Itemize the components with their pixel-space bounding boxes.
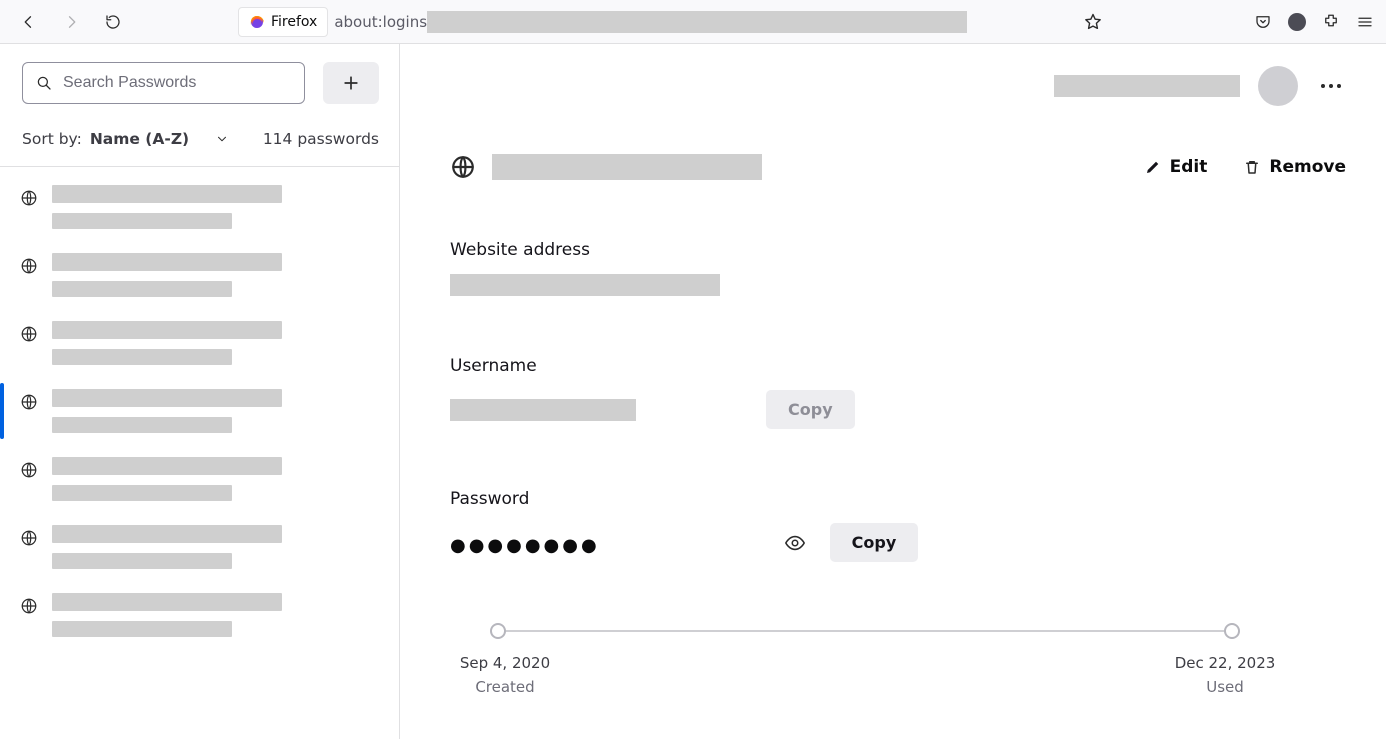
password-count: 114 passwords (263, 130, 379, 148)
identity-chip[interactable]: Firefox (238, 7, 328, 37)
login-item-title-redacted (52, 253, 282, 271)
back-button[interactable] (12, 5, 46, 39)
reload-icon (104, 13, 122, 31)
timeline-created-dot (490, 623, 506, 639)
globe-icon (20, 597, 38, 615)
timeline-used-dot (1224, 623, 1240, 639)
login-list-item[interactable] (0, 173, 399, 241)
login-item-subtitle-redacted (52, 349, 232, 365)
pencil-icon (1144, 158, 1162, 176)
globe-icon (20, 325, 38, 343)
firefox-logo-icon (249, 14, 265, 30)
login-timeline: Sep 4, 2020 Created Dec 22, 2023 Used (450, 622, 1280, 696)
bookmark-star-icon[interactable] (1083, 12, 1103, 32)
timeline-created-label: Created (475, 678, 534, 696)
login-title-redacted (492, 154, 762, 180)
login-item-title-redacted (52, 389, 282, 407)
login-item-subtitle-redacted (52, 553, 232, 569)
password-label: Password (450, 489, 1346, 509)
sort-dropdown[interactable]: Sort by: Name (A-Z) (22, 130, 229, 148)
timeline-track (498, 630, 1232, 632)
login-list-item[interactable] (0, 309, 399, 377)
plus-icon (341, 73, 361, 93)
login-item-title-redacted (52, 457, 282, 475)
forward-button[interactable] (54, 5, 88, 39)
login-item-title-redacted (52, 185, 282, 203)
globe-icon (20, 393, 38, 411)
url-redacted (427, 11, 967, 33)
login-item-title-redacted (52, 593, 282, 611)
search-passwords-input-wrap[interactable] (22, 62, 305, 104)
globe-icon (20, 461, 38, 479)
login-item-subtitle-redacted (52, 417, 232, 433)
sort-value: Name (A-Z) (90, 130, 189, 148)
login-item-subtitle-redacted (52, 485, 232, 501)
url-bar[interactable]: Firefox about:logins (238, 7, 967, 37)
globe-icon (450, 154, 476, 180)
search-icon (35, 74, 53, 92)
login-list[interactable] (0, 167, 399, 739)
account-avatar-icon[interactable] (1288, 13, 1306, 31)
login-item-title-redacted (52, 525, 282, 543)
pocket-icon[interactable] (1254, 13, 1272, 31)
globe-icon (20, 257, 38, 275)
globe-icon (20, 529, 38, 547)
copy-label: Copy (788, 400, 833, 419)
reload-button[interactable] (96, 5, 130, 39)
identity-label: Firefox (271, 14, 317, 30)
arrow-left-icon (20, 13, 38, 31)
website-label: Website address (450, 240, 1346, 260)
eye-icon (784, 532, 806, 554)
toolbar-right (1254, 13, 1374, 31)
add-login-button[interactable] (323, 62, 379, 104)
edit-button[interactable]: Edit (1144, 157, 1208, 177)
login-list-item[interactable] (0, 377, 399, 445)
more-menu-button[interactable] (1316, 79, 1346, 93)
remove-label: Remove (1269, 157, 1346, 177)
sort-prefix: Sort by: (22, 130, 82, 148)
login-detail: Edit Remove Website address Username Cop… (400, 44, 1386, 739)
remove-button[interactable]: Remove (1243, 157, 1346, 177)
website-value-redacted[interactable] (450, 274, 720, 296)
chevron-down-icon (215, 132, 229, 146)
url-text: about:logins (334, 13, 427, 31)
copy-password-button[interactable]: Copy (830, 523, 919, 562)
edit-label: Edit (1170, 157, 1208, 177)
login-list-item[interactable] (0, 445, 399, 513)
login-item-title-redacted (52, 321, 282, 339)
extensions-icon[interactable] (1322, 13, 1340, 31)
login-item-subtitle-redacted (52, 281, 232, 297)
reveal-password-button[interactable] (784, 532, 806, 554)
copy-label: Copy (852, 533, 897, 552)
search-passwords-input[interactable] (63, 74, 292, 92)
timeline-used-label: Used (1206, 678, 1244, 696)
login-sidebar: Sort by: Name (A-Z) 114 passwords (0, 44, 400, 739)
timeline-used-date: Dec 22, 2023 (1175, 654, 1276, 672)
timeline-created-date: Sep 4, 2020 (460, 654, 550, 672)
username-label: Username (450, 356, 1346, 376)
password-masked: ●●●●●●●● (450, 535, 600, 556)
login-item-subtitle-redacted (52, 621, 232, 637)
username-value-redacted (450, 399, 636, 421)
more-menu-icon (1320, 83, 1342, 89)
login-list-item[interactable] (0, 581, 399, 649)
browser-toolbar: Firefox about:logins (0, 0, 1386, 44)
trash-icon (1243, 158, 1261, 176)
globe-icon (20, 189, 38, 207)
login-list-item[interactable] (0, 513, 399, 581)
login-list-item[interactable] (0, 241, 399, 309)
account-name-redacted (1054, 75, 1240, 97)
login-item-subtitle-redacted (52, 213, 232, 229)
logins-page: Sort by: Name (A-Z) 114 passwords (0, 44, 1386, 739)
account-avatar[interactable] (1258, 66, 1298, 106)
arrow-right-icon (62, 13, 80, 31)
copy-username-button[interactable]: Copy (766, 390, 855, 429)
hamburger-menu-icon[interactable] (1356, 13, 1374, 31)
